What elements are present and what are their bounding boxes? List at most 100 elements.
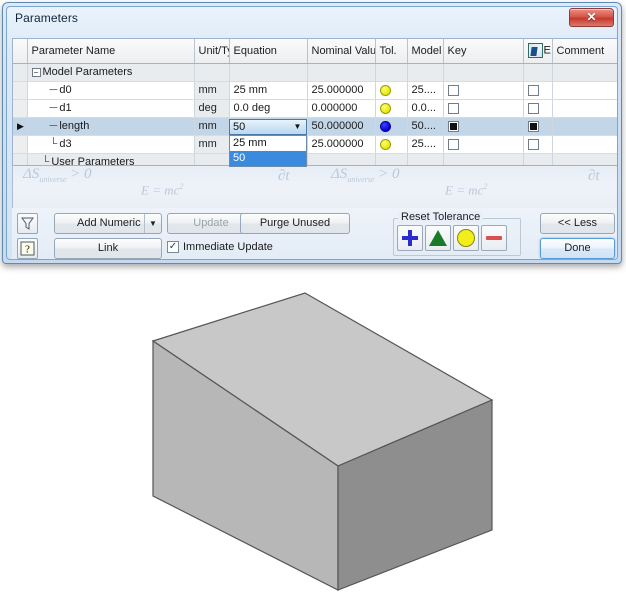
cell-model-value: 25.... [407,135,444,154]
cell-export[interactable] [523,117,553,136]
cell-unit[interactable]: mm [194,117,230,136]
circle-tolerance-icon[interactable] [453,225,479,251]
add-numeric-dropdown-arrow[interactable]: ▼ [144,214,161,233]
cell-equation[interactable]: 25 mm [229,81,308,100]
col-header-unit-type[interactable]: Unit/Ty [194,39,230,64]
col-header-comment[interactable]: Comment [552,39,617,64]
table-row[interactable]: └ d3 mm 25.000000 25.... [13,135,617,154]
cell-export[interactable] [523,99,553,118]
collapse-expander-icon[interactable]: − [31,67,41,77]
col-header-export[interactable]: E [523,39,553,64]
export-checkbox[interactable] [527,102,539,114]
cell-comment[interactable] [552,81,617,100]
add-numeric-label: Add Numeric [77,217,141,229]
cell-parameter-name[interactable]: └ d3 [27,135,195,154]
col-header-tolerance[interactable]: Tol. [375,39,408,64]
plus-tolerance-icon[interactable] [397,225,423,251]
help-question-glyph: ? [20,241,35,256]
key-checkbox-checked[interactable] [447,120,459,132]
cell-unit[interactable]: mm [194,81,230,100]
row-select-cell[interactable] [13,99,28,118]
cell-unit[interactable]: deg [194,99,230,118]
key-checkbox[interactable] [447,84,459,96]
cell-key[interactable] [443,117,524,136]
cell-comment[interactable] [552,99,617,118]
cell-export[interactable] [523,81,553,100]
col-header-export-label: E [543,44,551,57]
cell-tolerance[interactable] [375,81,408,100]
cell-tolerance[interactable] [375,135,408,154]
col-header-key[interactable]: Key [443,39,524,64]
parameters-table[interactable]: Parameter Name Unit/Ty Equation Nominal … [12,38,617,166]
row-select-cell[interactable] [13,153,28,165]
group-label: Model Parameters [42,66,133,78]
key-checkbox[interactable] [447,102,459,114]
row-select-cell[interactable]: ▶ [13,117,28,136]
table-group-row-user[interactable]: └ User Parameters [13,153,617,165]
cell-comment[interactable] [552,135,617,154]
wallpaper-equation: ΔSuniverse > 0 [331,166,400,184]
export-checkbox[interactable] [527,138,539,150]
cell-unit[interactable]: mm [194,135,230,154]
group-comment-cell [552,63,617,82]
immediate-update-label: Immediate Update [183,241,273,253]
filter-funnel-glyph [21,217,34,230]
cell-nominal: 0.000000 [307,99,376,118]
table-row[interactable]: ─ d0 mm 25 mm 25.000000 25.... [13,81,617,100]
screen-root: Parameters ✕ ΔSuniverse > 0 E = mc2 ∂t Δ… [0,0,626,595]
col-header-equation[interactable]: Equation [229,39,308,64]
cell-key[interactable] [443,135,524,154]
tolerance-dot-yellow-icon [379,138,391,150]
close-icon[interactable]: ✕ [569,8,614,27]
equation-combobox[interactable]: 50 ▼ [229,119,307,135]
col-header-parameter-name[interactable]: Parameter Name [27,39,195,64]
immediate-update-checkbox[interactable]: ✓ [167,241,179,253]
cell-parameter-name[interactable]: ─ d0 [27,81,195,100]
window-title: Parameters [15,11,79,25]
minus-tolerance-icon[interactable] [481,225,507,251]
table-row[interactable]: ─ d1 deg 0.0 deg 0.000000 0.0... [13,99,617,118]
group-model-cell [407,153,444,165]
cell-export[interactable] [523,135,553,154]
cell-key[interactable] [443,99,524,118]
group-name-cell[interactable]: − Model Parameters [27,63,195,82]
row-select-cell[interactable] [13,135,28,154]
triangle-glyph [429,230,447,246]
cell-equation[interactable]: 0.0 deg [229,99,308,118]
export-checkbox-checked[interactable] [527,120,539,132]
triangle-tolerance-icon[interactable] [425,225,451,251]
group-name-cell[interactable]: └ User Parameters [27,153,195,165]
row-select-cell[interactable] [13,63,28,82]
link-button[interactable]: Link [54,238,162,259]
cell-comment[interactable] [552,117,617,136]
col-header-model-value[interactable]: Model [407,39,444,64]
less-toggle-button[interactable]: << Less [540,213,615,234]
title-bar[interactable]: Parameters ✕ [7,7,617,33]
group-model-cell [407,63,444,82]
chevron-down-icon[interactable]: ▼ [291,121,304,133]
cell-key[interactable] [443,81,524,100]
cell-tolerance[interactable] [375,117,408,136]
dropdown-option-1[interactable]: 50 [230,151,306,166]
col-header-nominal-value[interactable]: Nominal Valu [307,39,376,64]
key-checkbox[interactable] [447,138,459,150]
cell-parameter-name[interactable]: ─ length [27,117,195,136]
group-tol-cell [375,153,408,165]
row-select-cell[interactable] [13,81,28,100]
add-numeric-button[interactable]: Add Numeric ▼ [54,213,162,234]
equation-dropdown-list[interactable]: 25 mm 50 [229,135,307,167]
cell-parameter-name[interactable]: ─ d1 [27,99,195,118]
filter-funnel-icon[interactable] [17,213,38,234]
export-checkbox[interactable] [527,84,539,96]
table-group-row-model[interactable]: − Model Parameters [13,63,617,82]
table-row-selected[interactable]: ▶ ─ length mm 50.000000 50.... [13,117,617,136]
help-question-icon[interactable]: ? [17,238,38,259]
done-button[interactable]: Done [540,238,615,259]
model-viewport[interactable] [0,268,626,595]
group-nominal-cell [307,63,376,82]
dropdown-option-0[interactable]: 25 mm [230,136,306,151]
cell-nominal: 25.000000 [307,135,376,154]
cell-tolerance[interactable] [375,99,408,118]
purge-unused-button[interactable]: Purge Unused [240,213,350,234]
parameter-name-text: d1 [59,102,72,114]
